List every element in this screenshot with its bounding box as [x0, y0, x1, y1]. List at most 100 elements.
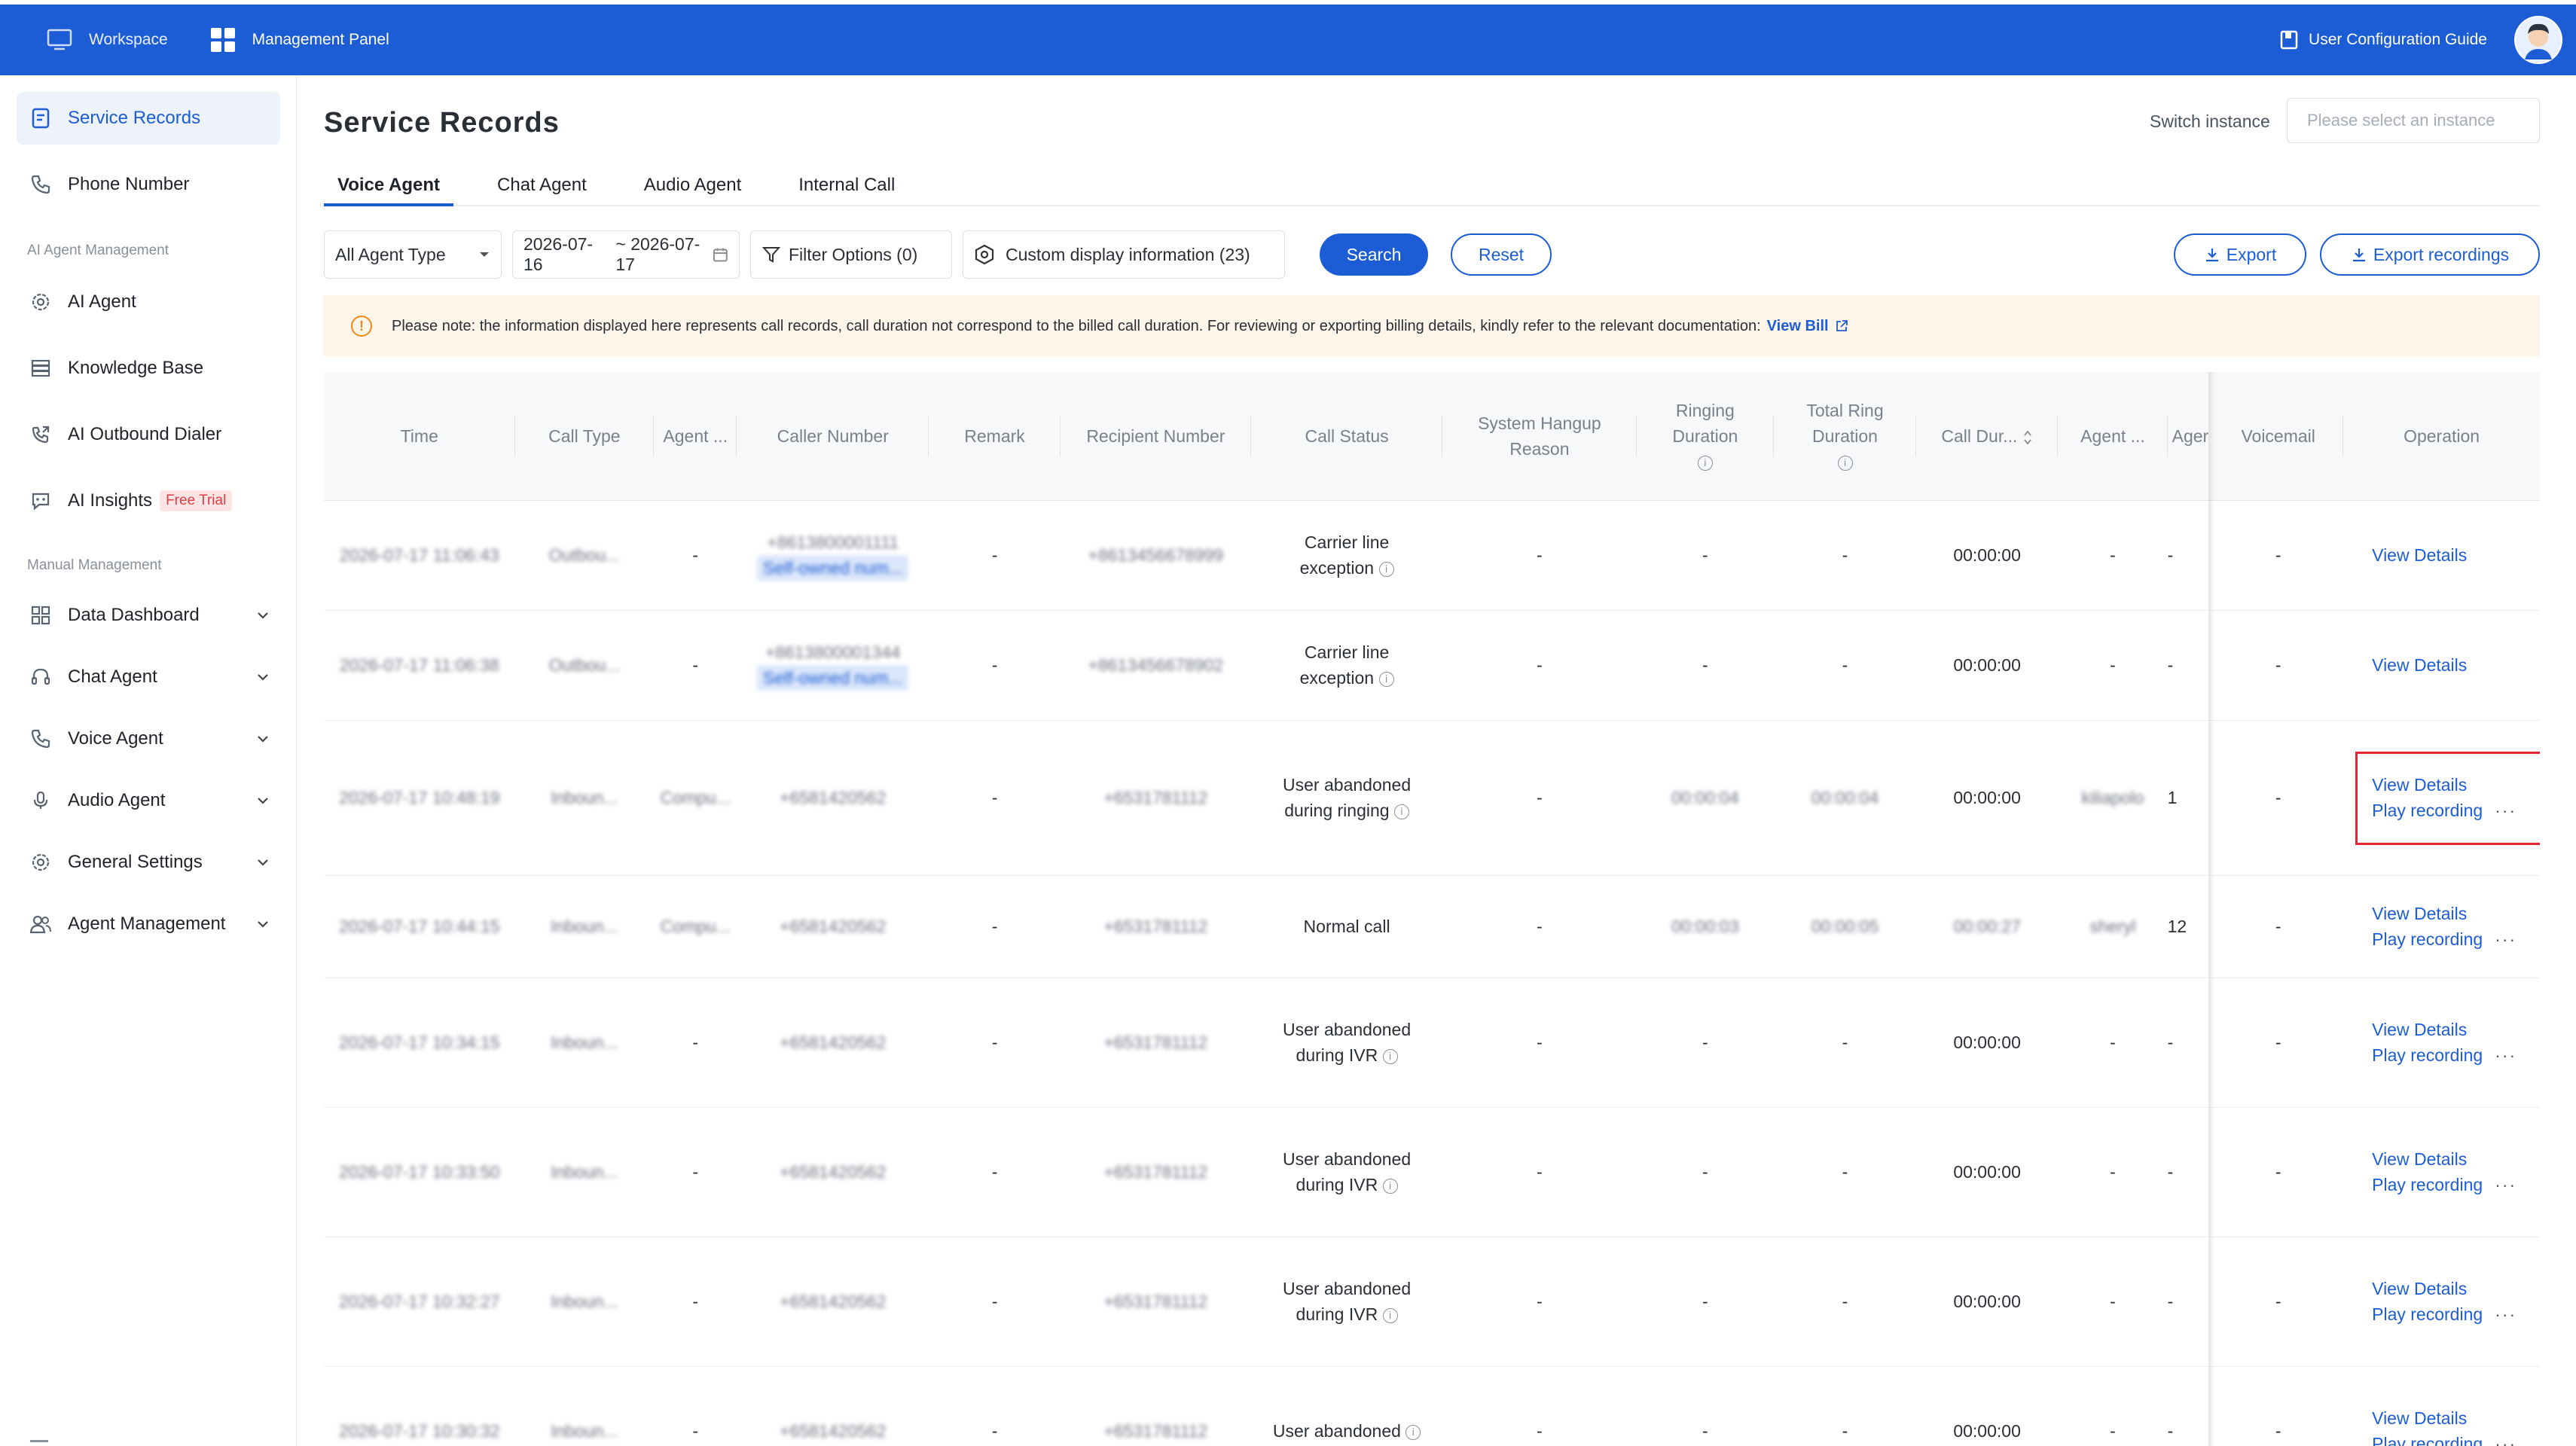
- cell-agent-value: -: [692, 1162, 699, 1182]
- sidebar-item-data-dashboard[interactable]: Data Dashboard: [17, 589, 280, 642]
- sidebar-item-audio-agent[interactable]: Audio Agent: [17, 774, 280, 827]
- user-guide-label: User Configuration Guide: [2309, 31, 2487, 48]
- agent-type-select[interactable]: All Agent Type: [324, 230, 502, 279]
- cell-call-status: User abandoned during ringing i: [1250, 720, 1443, 876]
- highlight-box: [2355, 752, 2540, 845]
- info-icon[interactable]: i: [1382, 1178, 1398, 1194]
- more-actions-icon[interactable]: ···: [2495, 1172, 2516, 1197]
- cell-operation: View Details Play recording ···: [2343, 1107, 2540, 1237]
- view-details-link[interactable]: View Details: [2372, 1146, 2534, 1172]
- cell-call-type-value: Inboun...: [551, 1162, 618, 1182]
- sidebar-collapse-handle[interactable]: [30, 1440, 48, 1442]
- view-bill-link[interactable]: View Bill: [1767, 318, 1829, 335]
- play-recording-link[interactable]: Play recording: [2372, 1431, 2483, 1446]
- sidebar-item-voice-agent[interactable]: Voice Agent: [17, 712, 280, 765]
- more-actions-icon[interactable]: ···: [2495, 926, 2516, 952]
- cell-recipient-number: +6531781112: [1060, 1107, 1251, 1237]
- cell-voicemail-value: -: [2275, 917, 2281, 936]
- info-icon[interactable]: i: [1697, 455, 1713, 471]
- cell-call-duration: 00:00:00: [1915, 1107, 2059, 1237]
- sidebar-item-chat-agent[interactable]: Chat Agent: [17, 651, 280, 703]
- cell-time-value: 2026-07-17 10:34:15: [338, 1033, 500, 1052]
- tab-chat-agent[interactable]: Chat Agent: [484, 164, 600, 205]
- info-icon[interactable]: i: [1837, 455, 1853, 471]
- user-guide-link[interactable]: User Configuration Guide: [2280, 30, 2487, 50]
- sidebar-item-phone-number[interactable]: Phone Number: [17, 158, 280, 211]
- custom-display-button[interactable]: Custom display information (23): [963, 230, 1285, 279]
- cell-ager-value: -: [2167, 1162, 2174, 1182]
- play-recording-link[interactable]: Play recording: [2372, 926, 2483, 952]
- tab-internal-call[interactable]: Internal Call: [785, 164, 908, 205]
- export-recordings-button[interactable]: Export recordings: [2320, 233, 2540, 276]
- cell-recipient-number-value: +6531781112: [1103, 917, 1208, 936]
- switch-instance-label: Switch instance: [2150, 111, 2270, 131]
- export-button[interactable]: Export: [2174, 233, 2306, 276]
- tab-voice-agent[interactable]: Voice Agent: [324, 164, 454, 206]
- info-icon[interactable]: i: [1406, 1424, 1421, 1440]
- info-icon[interactable]: i: [1378, 671, 1394, 687]
- chevron-down-icon: [258, 736, 268, 743]
- sidebar-item-knowledge-base[interactable]: Knowledge Base: [17, 342, 280, 395]
- header-remark: Remark: [929, 372, 1061, 501]
- tab-audio-agent[interactable]: Audio Agent: [630, 164, 755, 205]
- sidebar-item-service-records[interactable]: Service Records: [17, 92, 280, 145]
- cell-ager: -: [2167, 1366, 2214, 1446]
- view-details-link[interactable]: View Details: [2372, 652, 2534, 678]
- cell-operation: View Details: [2343, 500, 2540, 611]
- reset-button[interactable]: Reset: [1451, 233, 1552, 276]
- info-icon[interactable]: i: [1393, 804, 1409, 819]
- view-details-link[interactable]: View Details: [2372, 1017, 2534, 1042]
- instance-select[interactable]: Please select an instance: [2287, 98, 2540, 143]
- cell-time: 2026-07-17 11:06:38: [324, 610, 515, 721]
- sort-icon[interactable]: [2022, 429, 2033, 446]
- cell-caller-number: +8613800001111 Self-owned num...: [737, 500, 929, 611]
- play-recording-link[interactable]: Play recording: [2372, 1172, 2483, 1197]
- chevron-down-icon: [258, 798, 268, 804]
- sidebar-item-general-settings[interactable]: General Settings: [17, 836, 280, 889]
- date-range-picker[interactable]: 2026-07-16 ~ 2026-07-17: [512, 230, 740, 279]
- play-recording-link[interactable]: Play recording: [2372, 1042, 2483, 1068]
- download-icon: [2205, 249, 2218, 262]
- cell-time-value: 2026-07-17 10:33:50: [338, 1162, 500, 1182]
- page-title: Service Records: [324, 107, 560, 139]
- chevron-down-icon: [258, 674, 268, 681]
- cell-time: 2026-07-17 10:44:15: [324, 875, 515, 978]
- info-icon[interactable]: i: [1378, 561, 1394, 577]
- management-panel-link[interactable]: Management Panel: [210, 27, 389, 53]
- info-icon[interactable]: i: [1382, 1307, 1398, 1323]
- cell-hangup-reason-value: -: [1537, 1162, 1543, 1182]
- view-details-link[interactable]: View Details: [2372, 542, 2534, 568]
- header-call-duration[interactable]: Call Dur...: [1915, 372, 2059, 501]
- avatar[interactable]: [2514, 16, 2562, 64]
- view-details-link[interactable]: View Details: [2372, 1276, 2534, 1301]
- cell-ringing-duration: -: [1636, 1237, 1775, 1367]
- sidebar-item-ai-insights[interactable]: AI Insights Free Trial: [17, 474, 280, 527]
- cell-ager: 12: [2167, 875, 2214, 978]
- sidebar-item-ai-outbound-dialer[interactable]: AI Outbound Dialer: [17, 408, 280, 461]
- search-button[interactable]: Search: [1320, 233, 1428, 276]
- more-actions-icon[interactable]: ···: [2495, 1301, 2516, 1327]
- view-details-link[interactable]: View Details: [2372, 1405, 2534, 1431]
- cell-ager-value: -: [2167, 655, 2174, 675]
- cell-voicemail: -: [2213, 1366, 2344, 1446]
- more-actions-icon[interactable]: ···: [2495, 1431, 2516, 1446]
- more-actions-icon[interactable]: ···: [2495, 1042, 2516, 1068]
- cell-remark-value: -: [991, 1162, 998, 1182]
- caret-down-icon: [480, 252, 489, 257]
- play-recording-link[interactable]: Play recording: [2372, 1301, 2483, 1327]
- cell-agent: Compu...: [654, 720, 737, 876]
- workspace-link[interactable]: Workspace: [47, 29, 168, 51]
- cell-remark: -: [929, 1107, 1061, 1237]
- sidebar-item-ai-agent[interactable]: AI Agent: [17, 276, 280, 328]
- info-icon[interactable]: i: [1382, 1048, 1398, 1064]
- cell-remark-value: -: [991, 788, 998, 807]
- call-status-value: Carrier line exception: [1299, 642, 1390, 688]
- cell-call-duration: 00:00:27: [1915, 875, 2059, 978]
- cell-call-type: Inboun...: [514, 1366, 655, 1446]
- filter-options-button[interactable]: Filter Options (0): [750, 230, 952, 279]
- view-details-link[interactable]: View Details: [2372, 901, 2534, 926]
- sidebar-item-agent-management[interactable]: Agent Management: [17, 898, 280, 950]
- cell-recipient-number: +8613456678999: [1060, 500, 1251, 611]
- header-total-ring-duration: Total Ring Duration i: [1774, 372, 1916, 501]
- cell-agent-value: -: [692, 545, 699, 565]
